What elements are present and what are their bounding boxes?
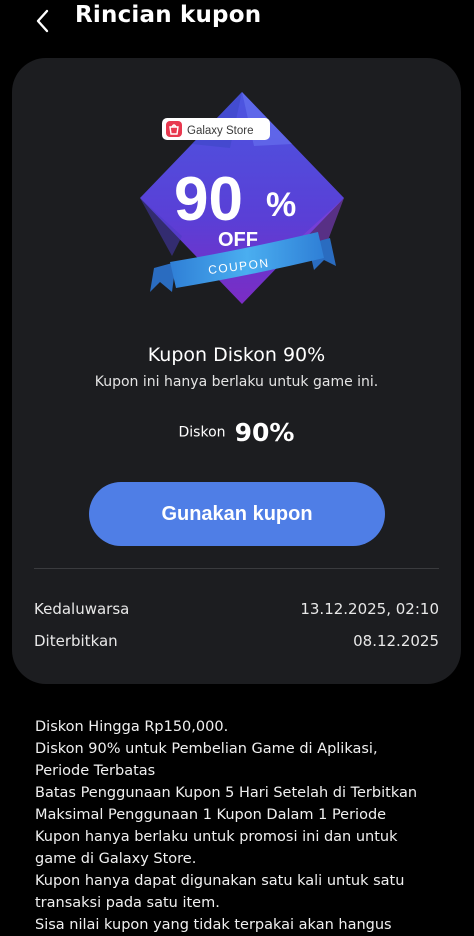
expiry-label: Kedaluwarsa: [34, 600, 130, 618]
coupon-name: Kupon Diskon 90%: [147, 344, 326, 366]
issued-label: Diterbitkan: [34, 632, 118, 650]
coupon-detail-screen: Rincian kupon Galaxy Store 90 % OFF COUP…: [0, 0, 474, 936]
coupon-card: Galaxy Store 90 % OFF COUPON Kupon Disko…: [12, 58, 461, 684]
use-coupon-button[interactable]: Gunakan kupon: [89, 482, 385, 546]
terms-line: Sisa nilai kupon yang tidak terpakai aka…: [35, 917, 392, 933]
discount-row: Diskon 90%: [12, 418, 461, 447]
page-title: Rincian kupon: [75, 2, 262, 28]
discount-label: Diskon: [178, 424, 226, 441]
chevron-left-icon: [36, 9, 49, 33]
divider: [34, 568, 439, 569]
back-button[interactable]: [26, 4, 60, 38]
coupon-art-value: 90: [174, 165, 243, 234]
header: Rincian kupon: [0, 0, 474, 44]
discount-value: 90%: [234, 418, 295, 447]
coupon-art-percent: %: [266, 186, 296, 224]
coupon-illustration: Galaxy Store 90 % OFF COUPON: [132, 86, 352, 316]
expiry-value: 13.12.2025, 02:10: [300, 600, 439, 618]
coupon-description: Kupon ini hanya berlaku untuk game ini.: [94, 374, 379, 390]
store-label: Galaxy Store: [187, 125, 253, 137]
expiry-row: Kedaluwarsa 13.12.2025, 02:10: [34, 600, 439, 622]
terms-line: transaksi pada satu item.: [35, 895, 220, 911]
terms-line: Periode Terbatas: [35, 763, 156, 779]
terms-line: Batas Penggunaan Kupon 5 Hari Setelah di…: [35, 785, 418, 801]
terms-text: Diskon Hingga Rp150,000. Diskon 90% untu…: [35, 716, 455, 936]
terms-line: Kupon hanya dapat digunakan satu kali un…: [35, 873, 405, 889]
issued-row: Diterbitkan 08.12.2025: [34, 632, 439, 654]
terms-line: Diskon 90% untuk Pembelian Game di Aplik…: [35, 741, 378, 757]
terms-line: game di Galaxy Store.: [35, 851, 197, 867]
coupon-art-off: OFF: [218, 229, 258, 251]
terms-line: Kupon hanya berlaku untuk promosi ini da…: [35, 829, 398, 845]
terms-line: Diskon Hingga Rp150,000.: [35, 719, 229, 735]
issued-value: 08.12.2025: [353, 632, 439, 650]
terms-line: Maksimal Penggunaan 1 Kupon Dalam 1 Peri…: [35, 807, 387, 823]
